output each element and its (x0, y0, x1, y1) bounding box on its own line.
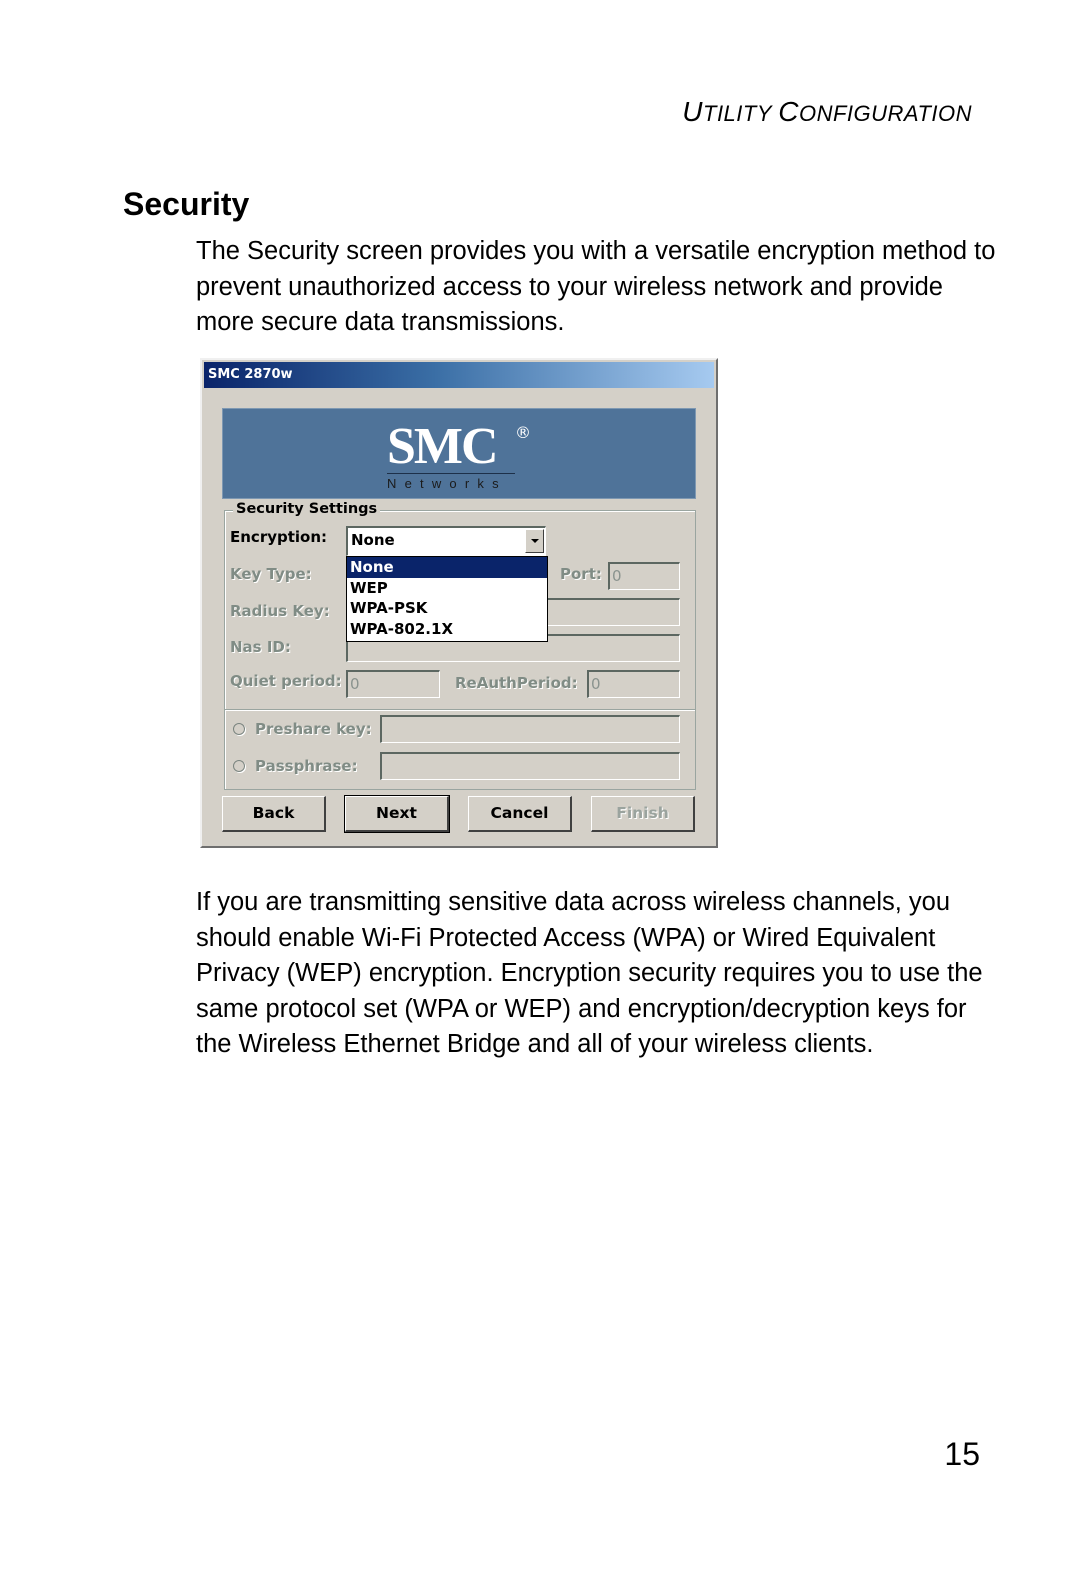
body-paragraph: If you are transmitting sensitive data a… (196, 888, 983, 1058)
section-title: Security (123, 186, 250, 222)
group-title: Security Settings (233, 501, 381, 517)
running-head-cap-u: U (682, 96, 703, 127)
finish-button[interactable]: Finish (591, 796, 695, 832)
encryption-select[interactable]: None (346, 526, 546, 556)
encryption-dropdown-list: None WEP WPA-PSK WPA-802.1X (346, 556, 548, 642)
logo-subtitle: Networks (387, 476, 507, 491)
encryption-value: None (351, 531, 395, 549)
encryption-option-wpa-8021x[interactable]: WPA-802.1X (347, 619, 547, 640)
running-head-part-2: ONFIGURATION (798, 101, 972, 126)
running-head-cap-c: C (778, 96, 799, 127)
preshare-key-label: Preshare key: (255, 720, 372, 738)
port-input[interactable]: 0 (608, 562, 680, 590)
back-button[interactable]: Back (222, 796, 326, 832)
running-head-part-1: TILITY (703, 101, 779, 126)
port-label: Port: (560, 565, 602, 583)
chevron-down-icon[interactable] (525, 529, 544, 553)
smc-logo: SMC (387, 418, 499, 475)
quiet-period-input[interactable]: 0 (346, 670, 440, 698)
cancel-button[interactable]: Cancel (468, 796, 572, 832)
security-dialog: SMC 2870w SMC ® Networks Security Settin… (200, 358, 718, 848)
reauth-period-input[interactable]: 0 (587, 670, 680, 698)
preshare-key-radio[interactable] (233, 723, 245, 735)
next-button[interactable]: Next (344, 795, 450, 833)
passphrase-input[interactable] (380, 752, 680, 780)
nas-id-label: Nas ID: (230, 638, 291, 656)
running-head: UTILITY CONFIGURATION (682, 96, 972, 128)
radius-key-label: Radius Key: (230, 602, 330, 620)
key-type-label: Key Type: (230, 565, 312, 583)
encryption-option-wep[interactable]: WEP (347, 578, 547, 599)
encryption-option-wpa-psk[interactable]: WPA-PSK (347, 598, 547, 619)
passphrase-radio[interactable] (233, 760, 245, 772)
encryption-option-none[interactable]: None (347, 557, 547, 578)
smc-banner: SMC ® Networks (222, 408, 696, 499)
page-number: 15 (944, 1436, 980, 1472)
intro-paragraph: The Security screen provides you with a … (196, 237, 996, 336)
group-divider (225, 709, 695, 711)
dialog-titlebar[interactable]: SMC 2870w (204, 362, 714, 388)
quiet-period-label: Quiet period: (230, 672, 342, 690)
reauth-period-label: ReAuthPeriod: (455, 674, 578, 692)
logo-rule (387, 473, 515, 474)
passphrase-label: Passphrase: (255, 757, 358, 775)
encryption-label: Encryption: (230, 528, 328, 546)
preshare-key-input[interactable] (380, 715, 680, 743)
registered-mark: ® (515, 423, 531, 442)
